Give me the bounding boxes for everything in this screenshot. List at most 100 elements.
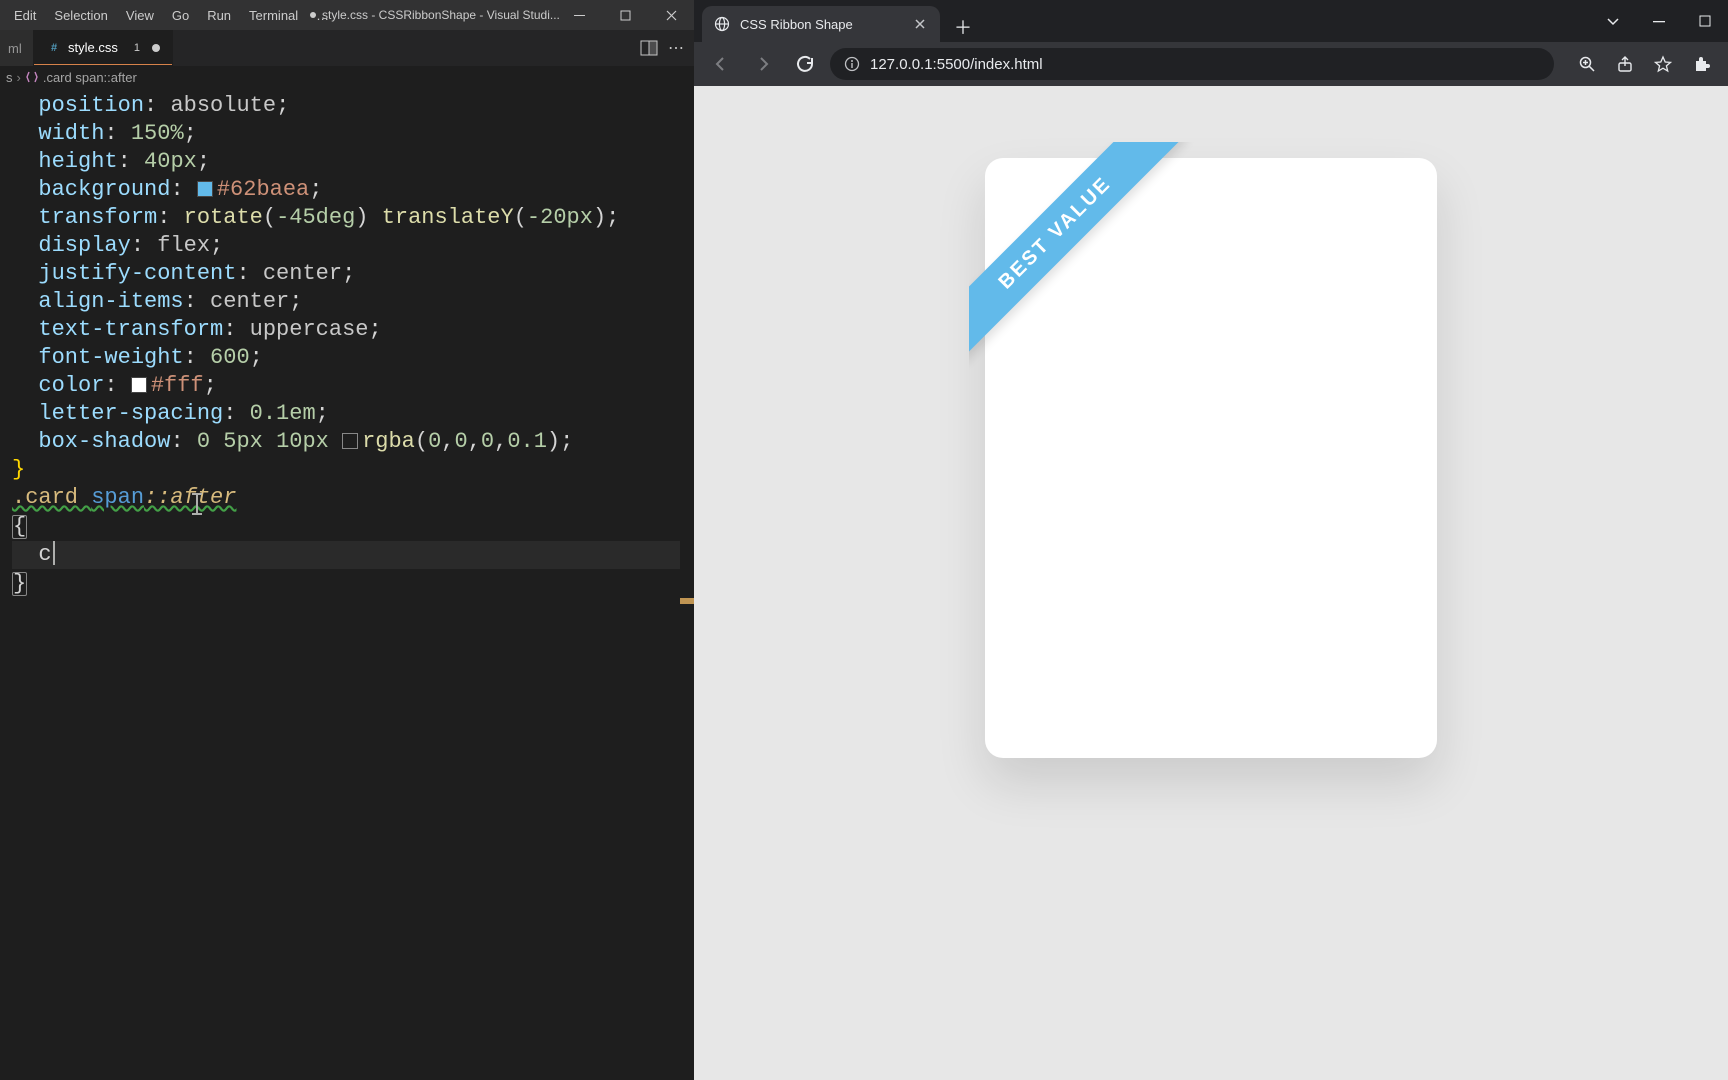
code-line: }: [12, 569, 694, 598]
vscode-window: Edit Selection View Go Run Terminal … st…: [0, 0, 694, 1080]
zoom-icon: [1578, 55, 1596, 73]
plus-icon: ＋: [954, 14, 972, 40]
chevron-down-icon: [1605, 13, 1621, 29]
more-actions-icon[interactable]: ⋯: [668, 38, 684, 58]
browser-window-controls: [1590, 0, 1728, 42]
breadcrumb[interactable]: s › .card span::after: [0, 66, 694, 88]
star-icon: [1654, 55, 1672, 73]
window-title: style.css - CSSRibbonShape - Visual Stud…: [310, 0, 560, 30]
tab-problems-badge: 1: [128, 42, 146, 54]
code-line: box-shadow: 0 5px 10px rgba(0,0,0,0.1);: [12, 428, 694, 456]
minimize-button[interactable]: [556, 0, 602, 30]
split-editor-icon[interactable]: [640, 39, 658, 57]
browser-tab-active[interactable]: CSS Ribbon Shape: [702, 6, 940, 42]
tab-active-underline: [34, 64, 172, 65]
close-icon: [914, 18, 926, 30]
code-line: }: [12, 456, 694, 484]
maximize-icon: [620, 10, 631, 21]
vscode-menubar: Edit Selection View Go Run Terminal …: [0, 4, 338, 27]
tab-close-button[interactable]: [914, 18, 926, 30]
minimize-icon: [574, 10, 585, 21]
menu-view[interactable]: View: [118, 4, 162, 27]
selector-icon: [25, 70, 39, 84]
chevron-right-icon: ›: [17, 70, 21, 85]
toolbar-right: [1570, 47, 1718, 81]
browser-tab-title: CSS Ribbon Shape: [740, 17, 853, 32]
color-swatch-icon[interactable]: [131, 377, 147, 393]
tab-search-button[interactable]: [1590, 3, 1636, 39]
tab-peek-left[interactable]: ml: [0, 30, 34, 66]
code-line: color: #fff;: [12, 372, 694, 400]
editor-minimap[interactable]: [680, 88, 694, 1080]
close-icon: [666, 10, 677, 21]
tab-modified-dot-icon: [152, 44, 160, 52]
share-button[interactable]: [1608, 47, 1642, 81]
site-info-icon[interactable]: [844, 56, 860, 72]
window-controls: [556, 0, 694, 30]
menu-edit[interactable]: Edit: [6, 4, 44, 27]
arrow-left-icon: [711, 54, 731, 74]
globe-icon: [714, 16, 730, 32]
code-line: align-items: center;: [12, 288, 694, 316]
url-text: 127.0.0.1:5500/index.html: [870, 56, 1043, 73]
code-line: height: 40px;: [12, 148, 694, 176]
menu-go[interactable]: Go: [164, 4, 197, 27]
code-line: .card span::after: [12, 484, 694, 512]
ribbon-text: BEST VALUE: [994, 172, 1116, 294]
maximize-button[interactable]: [602, 0, 648, 30]
code-line: letter-spacing: 0.1em;: [12, 400, 694, 428]
breadcrumb-root: s: [6, 70, 13, 85]
color-swatch-icon[interactable]: [197, 181, 213, 197]
modified-dot-icon: [310, 12, 316, 18]
tab-label: style.css: [68, 40, 118, 55]
browser-window: CSS Ribbon Shape ＋: [694, 0, 1728, 1080]
minimize-icon: [1653, 15, 1665, 27]
extensions-button[interactable]: [1684, 47, 1718, 81]
maximize-icon: [1699, 15, 1711, 27]
code-line: text-transform: uppercase;: [12, 316, 694, 344]
vscode-titlebar: Edit Selection View Go Run Terminal … st…: [0, 0, 694, 30]
minimap-mark: [680, 598, 694, 604]
demo-card: BEST VALUE: [985, 158, 1437, 758]
code-line: {: [12, 512, 694, 541]
tab-style-css[interactable]: # style.css 1: [34, 30, 173, 66]
menu-selection[interactable]: Selection: [46, 4, 115, 27]
puzzle-icon: [1692, 55, 1710, 73]
browser-tabstrip: CSS Ribbon Shape ＋: [694, 0, 1728, 42]
share-icon: [1616, 55, 1634, 73]
browser-minimize-button[interactable]: [1636, 3, 1682, 39]
bookmark-button[interactable]: [1646, 47, 1680, 81]
code-line: transform: rotate(-45deg) translateY(-20…: [12, 204, 694, 232]
css-file-icon: #: [46, 40, 62, 56]
address-bar[interactable]: 127.0.0.1:5500/index.html: [830, 48, 1554, 80]
code-line: background: #62baea;: [12, 176, 694, 204]
breadcrumb-selector: .card span::after: [43, 70, 137, 85]
code-editor[interactable]: position: absolute; width: 150%; height:…: [0, 88, 694, 1080]
code-line: justify-content: center;: [12, 260, 694, 288]
text-cursor: [53, 541, 55, 565]
zoom-button[interactable]: [1570, 47, 1604, 81]
editor-tabbar: ml # style.css 1 ⋯: [0, 30, 694, 66]
reload-icon: [795, 54, 815, 74]
text-caret-icon: [188, 492, 206, 514]
color-swatch-icon[interactable]: [342, 433, 358, 449]
arrow-right-icon: [753, 54, 773, 74]
code-cursor-line: c: [12, 541, 694, 569]
ribbon-wrap: BEST VALUE: [969, 142, 1197, 370]
browser-toolbar: 127.0.0.1:5500/index.html: [694, 42, 1728, 86]
back-button[interactable]: [704, 47, 738, 81]
code-line: position: absolute;: [12, 92, 694, 120]
forward-button[interactable]: [746, 47, 780, 81]
tab-peek-label: ml: [8, 41, 22, 56]
menu-terminal[interactable]: Terminal: [241, 4, 306, 27]
menu-run[interactable]: Run: [199, 4, 239, 27]
tab-actions: ⋯: [640, 30, 694, 66]
window-title-text: style.css - CSSRibbonShape - Visual Stud…: [322, 8, 560, 22]
reload-button[interactable]: [788, 47, 822, 81]
browser-maximize-button[interactable]: [1682, 3, 1728, 39]
new-tab-button[interactable]: ＋: [948, 12, 978, 42]
code-line: font-weight: 600;: [12, 344, 694, 372]
ribbon: BEST VALUE: [969, 142, 1184, 362]
close-button[interactable]: [648, 0, 694, 30]
browser-viewport: BEST VALUE: [694, 86, 1728, 1080]
